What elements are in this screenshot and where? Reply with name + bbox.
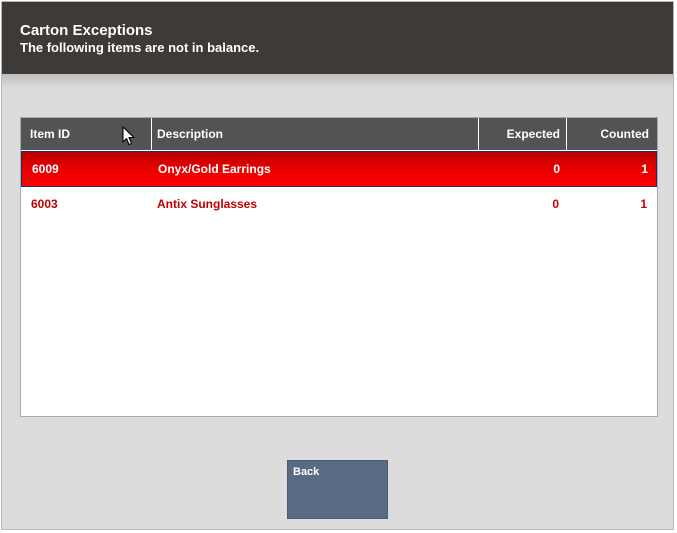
table-row[interactable]: 6003 Antix Sunglasses 0 1 (21, 187, 657, 223)
column-header-description[interactable]: Description (152, 118, 479, 150)
column-header-counted[interactable]: Counted (567, 118, 657, 150)
expected-cell: 0 (553, 162, 560, 176)
description-cell: Antix Sunglasses (157, 197, 258, 211)
column-header-expected[interactable]: Expected (479, 118, 567, 150)
counted-cell: 1 (641, 162, 648, 176)
table-header: Item ID Description Expected Counted (21, 118, 657, 150)
counted-cell: 1 (640, 197, 647, 211)
item-id-cell: 6003 (31, 197, 58, 211)
header-shadow (2, 74, 673, 88)
page-subtitle: The following items are not in balance. (20, 40, 260, 55)
mouse-pointer-icon (122, 126, 135, 146)
page-title: Carton Exceptions (20, 22, 153, 39)
carton-exceptions-window: Carton Exceptions The following items ar… (1, 1, 674, 530)
item-id-cell: 6009 (32, 162, 59, 176)
page-header: Carton Exceptions The following items ar… (2, 2, 673, 74)
exceptions-table: Item ID Description Expected Counted 600… (20, 117, 658, 417)
back-button[interactable]: Back (287, 460, 388, 519)
description-cell: Onyx/Gold Earrings (158, 162, 271, 176)
expected-cell: 0 (552, 197, 559, 211)
table-row[interactable]: 6009 Onyx/Gold Earrings 0 1 (21, 151, 657, 187)
